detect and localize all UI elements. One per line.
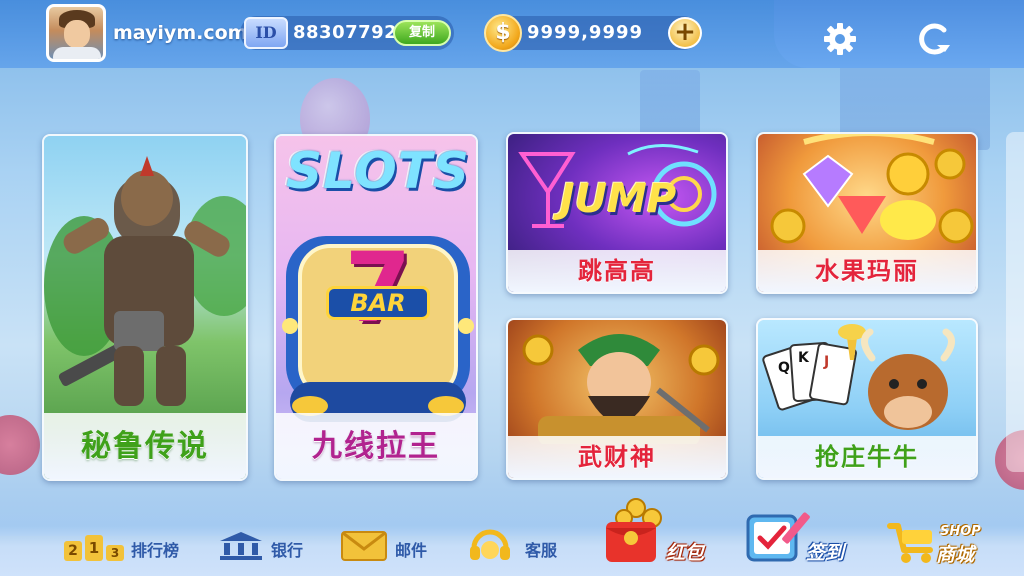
nav-mail-label: 邮件 — [395, 541, 428, 560]
card-j: J — [824, 354, 830, 370]
game-card-jump[interactable]: JUMP 跳高高 — [506, 132, 728, 294]
mail-icon — [341, 531, 387, 561]
card-peek-right — [1006, 132, 1024, 472]
nav-rank-label: 排行榜 — [131, 541, 180, 560]
game-card-bull-bull[interactable]: Q K J 抢庄牛牛 — [756, 318, 978, 480]
copy-id-button[interactable]: 复制 — [393, 20, 451, 46]
username: mayiym.com — [113, 22, 248, 44]
service-icon — [470, 529, 510, 560]
shop-badge: SHOP — [940, 524, 981, 539]
nav-bank[interactable]: 银行 — [216, 527, 316, 567]
user-id: 88307792 — [293, 22, 398, 43]
game-card-fruit-mary[interactable]: 水果玛丽 — [756, 132, 978, 294]
settings-button[interactable] — [822, 21, 858, 57]
slots-title: SLOTS — [286, 142, 470, 200]
nav-service[interactable]: 客服 — [468, 527, 578, 567]
game-card-nine-lines[interactable]: SLOTS 7 BAR 九线拉王 — [274, 134, 478, 481]
avatar[interactable] — [46, 4, 106, 62]
nav-shop-label: 商城 — [936, 544, 975, 566]
nav-sign-in-label: 签到 — [806, 542, 845, 564]
refresh-button[interactable] — [912, 21, 956, 57]
refresh-icon — [919, 23, 950, 55]
nav-red-packet[interactable]: 红包 — [596, 494, 716, 568]
game-title: 秘鲁传说 — [81, 429, 209, 464]
shop-icon — [887, 523, 933, 563]
game-title: 跳高高 — [578, 257, 656, 285]
nav-red-packet-label: 红包 — [666, 542, 705, 564]
settings-icon — [824, 23, 856, 55]
game-title: 九线拉王 — [312, 429, 440, 464]
jump-title: JUMP — [559, 176, 677, 222]
nav-shop[interactable]: SHOP 商城 — [884, 514, 1014, 570]
nav-sign-in[interactable]: 签到 — [742, 500, 862, 568]
game-card-peru-legend[interactable]: 秘鲁传说 — [42, 134, 248, 481]
add-coins-button[interactable]: + — [668, 17, 702, 49]
card-k: K — [798, 350, 809, 366]
slots-bar: BAR — [326, 286, 430, 320]
nav-rank[interactable]: 2 1 3 排行榜 — [64, 527, 194, 567]
coin-icon: $ — [484, 14, 522, 52]
id-badge-icon: ID — [244, 17, 288, 49]
game-title: 水果玛丽 — [815, 257, 919, 285]
coin-balance: 9999,9999 — [527, 22, 644, 43]
top-right-panel — [774, 0, 1024, 68]
nav-service-label: 客服 — [525, 541, 558, 560]
nav-bank-label: 银行 — [271, 541, 304, 560]
game-title: 武财神 — [578, 443, 656, 471]
nav-mail[interactable]: 邮件 — [340, 527, 440, 567]
game-card-wealth-god[interactable]: 武财神 — [506, 318, 728, 480]
card-q: Q — [778, 360, 790, 376]
game-title: 抢庄牛牛 — [815, 443, 919, 471]
redpacket-icon — [606, 498, 662, 562]
rank-icon: 2 1 3 — [64, 535, 126, 561]
bank-icon — [220, 532, 262, 560]
